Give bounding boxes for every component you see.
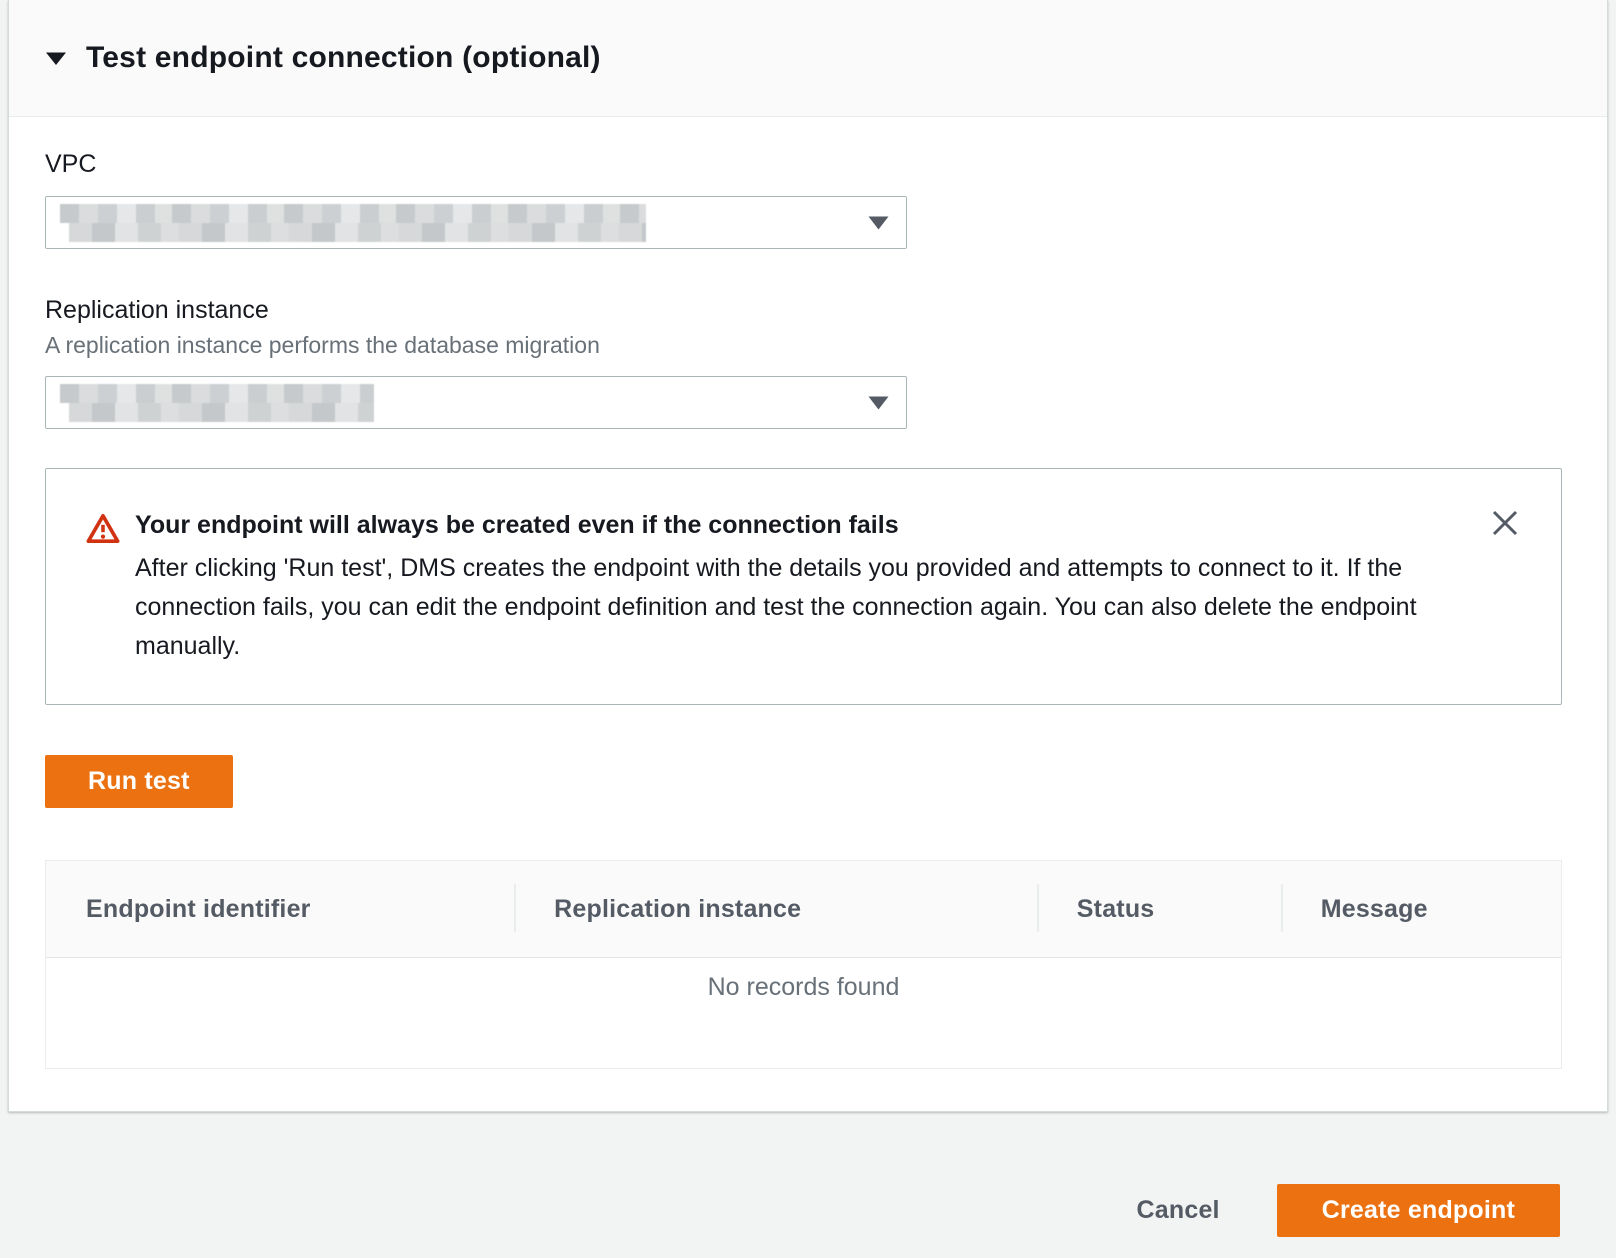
vpc-select[interactable]	[45, 196, 907, 249]
warning-triangle-icon	[86, 513, 120, 544]
replication-instance-field: Replication instance A replication insta…	[45, 295, 1562, 429]
table-header-row: Endpoint identifier Replication instance…	[46, 861, 1561, 958]
chevron-down-icon	[868, 396, 889, 410]
warning-alert: Your endpoint will always be created eve…	[45, 468, 1562, 705]
replication-instance-label: Replication instance	[45, 295, 1562, 326]
connection-results-table: Endpoint identifier Replication instance…	[45, 860, 1562, 1069]
vpc-label: VPC	[45, 149, 1562, 180]
vpc-field: VPC	[45, 149, 1562, 249]
cancel-button[interactable]: Cancel	[1137, 1196, 1220, 1237]
page: Test endpoint connection (optional) VPC …	[0, 0, 1616, 1258]
column-header-replication-instance: Replication instance	[514, 861, 1037, 957]
warning-alert-text: Your endpoint will always be created eve…	[135, 510, 1430, 666]
test-endpoint-panel: Test endpoint connection (optional) VPC …	[8, 0, 1608, 1112]
replication-instance-description: A replication instance performs the data…	[45, 331, 1562, 360]
chevron-down-icon	[868, 216, 889, 230]
warning-alert-body: After clicking 'Run test', DMS creates t…	[135, 549, 1430, 666]
panel-header[interactable]: Test endpoint connection (optional)	[9, 0, 1607, 117]
panel-body: VPC Replication instance A replication i…	[9, 117, 1607, 1111]
panel-title: Test endpoint connection (optional)	[86, 41, 601, 75]
table-body: No records found	[46, 958, 1561, 1068]
vpc-redacted-value	[60, 204, 646, 242]
collapse-triangle-icon	[45, 51, 67, 66]
empty-state-message: No records found	[708, 973, 900, 1002]
column-header-message: Message	[1281, 861, 1561, 957]
run-test-button[interactable]: Run test	[45, 755, 233, 808]
close-icon[interactable]	[1481, 499, 1529, 547]
replication-instance-redacted-value	[60, 384, 374, 422]
create-endpoint-button[interactable]: Create endpoint	[1277, 1184, 1560, 1237]
replication-instance-select[interactable]	[45, 376, 907, 429]
column-header-status: Status	[1037, 861, 1281, 957]
column-header-endpoint-identifier: Endpoint identifier	[46, 861, 514, 957]
warning-alert-title: Your endpoint will always be created eve…	[135, 510, 1430, 541]
form-footer: Cancel Create endpoint	[0, 1112, 1616, 1258]
